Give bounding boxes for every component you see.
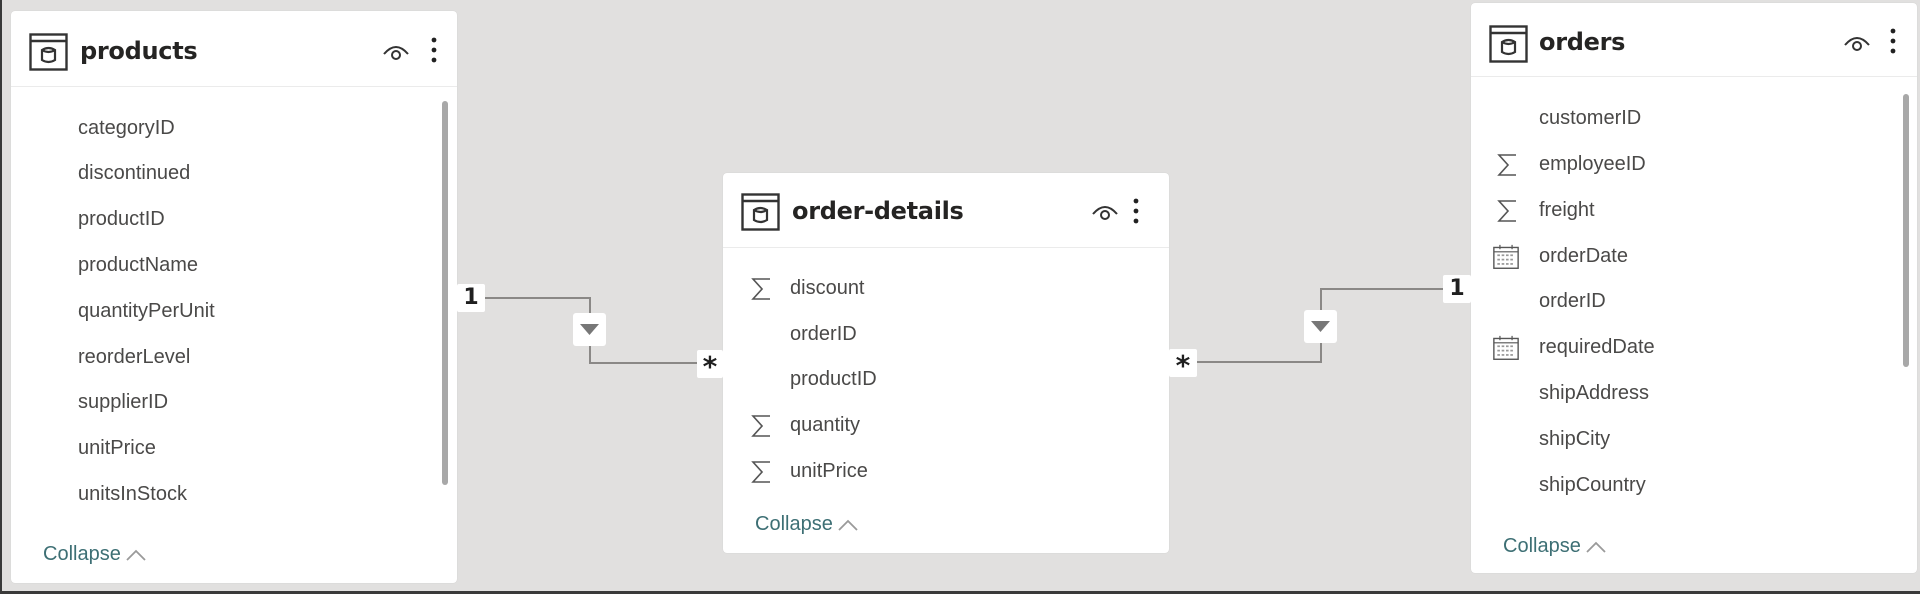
field-label: employeeID xyxy=(1539,153,1646,175)
field-label: shipCity xyxy=(1539,428,1611,450)
field-label: customerID xyxy=(1539,107,1642,129)
table-icon xyxy=(29,33,68,71)
field-label: unitsInStock xyxy=(78,483,187,505)
field-label: orderDate xyxy=(1539,245,1628,267)
filter-arrow-down-icon xyxy=(580,324,599,335)
field-row[interactable]: shipCity xyxy=(1471,419,1903,459)
card-title: orders xyxy=(1539,28,1626,56)
sigma-icon xyxy=(1497,200,1516,222)
field-row[interactable]: freight xyxy=(1471,190,1903,230)
more-options-icon[interactable] xyxy=(1888,27,1898,55)
field-label: reorderLevel xyxy=(78,346,191,368)
sigma-icon xyxy=(1497,154,1516,176)
filter-arrow-down-icon xyxy=(1311,321,1330,332)
sigma-icon xyxy=(751,278,770,300)
collapse-label: Collapse xyxy=(1503,535,1581,557)
field-label: productName xyxy=(78,254,199,276)
field-row[interactable]: discontinued xyxy=(11,153,443,193)
field-label: shipCountry xyxy=(1539,474,1646,496)
cardinality-many-label: * xyxy=(1169,349,1197,382)
field-label: orderID xyxy=(790,323,857,345)
field-row[interactable]: orderDate xyxy=(1471,236,1903,276)
field-label: freight xyxy=(1539,199,1595,221)
card-title: order-details xyxy=(792,197,964,225)
chevron-up-icon xyxy=(126,549,146,561)
calendar-icon xyxy=(1493,244,1519,269)
field-row[interactable]: productID xyxy=(11,199,443,239)
field-row[interactable]: orderID xyxy=(1471,281,1903,321)
field-label: categoryID xyxy=(78,117,175,139)
window-left-border xyxy=(0,0,2,594)
cardinality-many-label: * xyxy=(697,350,723,383)
card-title: products xyxy=(80,37,198,65)
field-row[interactable]: supplierID xyxy=(11,382,443,422)
table-icon xyxy=(741,193,780,231)
table-card-orders[interactable]: orders customerID employeeID freight ord… xyxy=(1471,3,1917,573)
field-row[interactable]: productID xyxy=(723,359,1155,399)
chevron-up-icon xyxy=(838,519,858,531)
field-row[interactable]: productName xyxy=(11,245,443,285)
field-row[interactable]: unitPrice xyxy=(723,451,1155,491)
field-row[interactable]: reorderLevel xyxy=(11,337,443,377)
table-card-order-details[interactable]: order-details discount orderID productID… xyxy=(723,173,1169,553)
table-card-products[interactable]: products categoryID discontinued product… xyxy=(11,11,457,583)
field-label: unitPrice xyxy=(790,460,868,482)
table-icon xyxy=(1489,25,1528,63)
sigma-icon xyxy=(751,461,770,483)
field-row[interactable]: unitPrice xyxy=(11,428,443,468)
field-row[interactable]: requiredDate xyxy=(1471,327,1903,367)
field-label: quantity xyxy=(790,414,861,436)
relationship-filter-direction[interactable] xyxy=(573,313,606,346)
field-row[interactable]: categoryID xyxy=(11,108,443,148)
field-label: discount xyxy=(790,277,865,299)
collapse-label: Collapse xyxy=(43,543,121,565)
relationship-filter-direction[interactable] xyxy=(1304,310,1337,343)
field-row[interactable]: shipAddress xyxy=(1471,373,1903,413)
field-label: quantityPerUnit xyxy=(78,300,215,322)
field-label: productID xyxy=(790,368,877,390)
field-row[interactable]: orderID xyxy=(723,314,1155,354)
field-label: unitPrice xyxy=(78,437,156,459)
field-row[interactable]: quantityPerUnit xyxy=(11,291,443,331)
field-label: shipAddress xyxy=(1539,382,1650,404)
chevron-up-icon xyxy=(1586,541,1606,553)
eye-icon[interactable] xyxy=(1842,31,1872,53)
collapse-button[interactable]: Collapse xyxy=(43,539,147,569)
field-label: supplierID xyxy=(78,391,169,413)
scrollbar[interactable] xyxy=(442,101,448,485)
field-row[interactable]: shipCountry xyxy=(1471,465,1903,505)
field-row[interactable]: unitsInStock xyxy=(11,474,443,514)
more-options-icon[interactable] xyxy=(429,36,439,64)
field-row[interactable]: customerID xyxy=(1471,98,1903,138)
collapse-button[interactable]: Collapse xyxy=(1503,531,1607,561)
field-label: orderID xyxy=(1539,290,1606,312)
more-options-icon[interactable] xyxy=(1131,197,1141,225)
field-label: discontinued xyxy=(78,162,191,184)
field-label: productID xyxy=(78,208,165,230)
scrollbar[interactable] xyxy=(1903,94,1909,367)
eye-icon[interactable] xyxy=(381,40,411,62)
field-row[interactable]: employeeID xyxy=(1471,144,1903,184)
field-row[interactable]: quantity xyxy=(723,405,1155,445)
sigma-icon xyxy=(751,415,770,437)
calendar-icon xyxy=(1493,335,1519,360)
field-row[interactable]: discount xyxy=(723,268,1155,308)
cardinality-one-label: 1 xyxy=(1443,275,1471,303)
collapse-button[interactable]: Collapse xyxy=(755,509,859,539)
field-label: requiredDate xyxy=(1539,336,1655,358)
cardinality-one-label: 1 xyxy=(457,284,485,312)
eye-icon[interactable] xyxy=(1090,200,1120,222)
collapse-label: Collapse xyxy=(755,513,833,535)
